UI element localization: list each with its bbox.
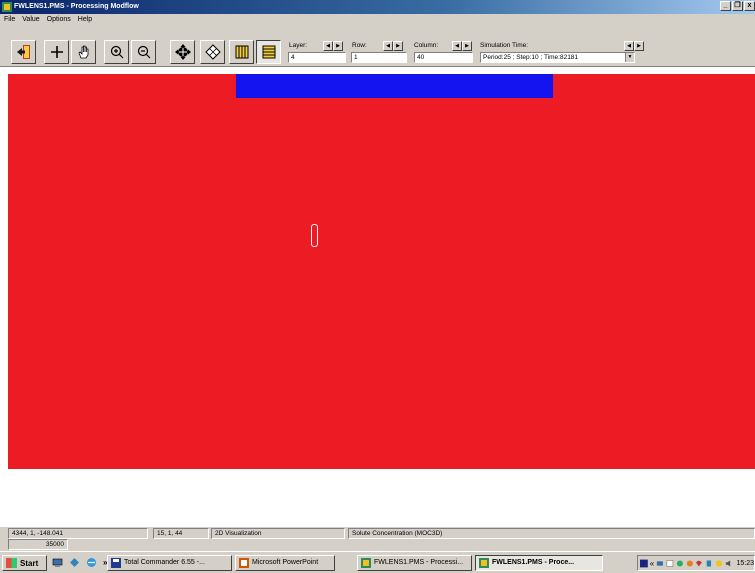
diamond-grid-icon — [204, 44, 221, 60]
mode-readout: 2D Visualization — [211, 528, 345, 539]
pmwin-app-icon — [361, 558, 371, 568]
pmwin-app-icon — [479, 558, 489, 568]
fixed-concentration-cells — [236, 74, 553, 98]
menu-file[interactable]: File — [0, 14, 18, 25]
security-tray-icon[interactable] — [695, 559, 703, 568]
column-grid-button[interactable] — [229, 40, 254, 64]
toolbar: Layer: ◀ ▶ 4 Row: ◀ ▶ 1 Column: ◀ ▶ 40 S… — [0, 25, 755, 67]
start-label: Start — [20, 558, 39, 568]
task-label: FWLENS1.PMS - Proce... — [492, 559, 575, 566]
row-spinner: ◀ ▶ — [383, 41, 403, 51]
crosshair-tool-button[interactable] — [44, 40, 69, 64]
task-label: Microsoft PowerPoint — [252, 559, 319, 566]
pan-tool-button[interactable] — [71, 40, 96, 64]
cell-readout: 15, 1, 44 — [153, 528, 209, 539]
taskbar-pmwin-1[interactable]: FWLENS1.PMS - Processi... — [357, 555, 472, 571]
volume-tray-icon[interactable] — [725, 559, 733, 568]
row-input[interactable]: 1 — [351, 52, 407, 63]
chevron-down-icon[interactable]: ▼ — [625, 53, 634, 62]
row-prev-button[interactable]: ◀ — [383, 41, 393, 51]
minimize-button[interactable]: _ — [720, 1, 731, 11]
network-icon[interactable] — [69, 557, 80, 568]
layer-next-button[interactable]: ▶ — [333, 41, 343, 51]
app-icon — [2, 2, 12, 12]
window-title: FWLENS1.PMS - Processing Modflow — [14, 3, 139, 10]
taskbar-total-commander[interactable]: Total Commander 6.55 -... — [107, 555, 232, 571]
taskbar-powerpoint[interactable]: Microsoft PowerPoint — [235, 555, 335, 571]
desktop-icon[interactable] — [52, 557, 63, 568]
exit-button[interactable] — [11, 40, 36, 64]
column-grid-icon — [235, 45, 248, 59]
zoom-in-button[interactable] — [104, 40, 129, 64]
windows-logo-icon — [6, 558, 17, 568]
layer-label: Layer: — [289, 42, 308, 49]
system-tray: « 15:23 — [637, 555, 755, 571]
title-bar: FWLENS1.PMS - Processing Modflow _ ❒ x — [0, 0, 755, 14]
chat-tray-icon[interactable] — [686, 559, 694, 568]
menu-bar: File Value Options Help — [0, 14, 755, 25]
well-marker — [311, 224, 318, 247]
zoom-out-icon — [137, 45, 150, 59]
help-tray-icon[interactable] — [715, 559, 723, 568]
model-view[interactable] — [0, 67, 755, 517]
simtime-value: Period:25 ; Step:10 ; Time:82181 — [483, 54, 579, 61]
clock: 15:23 — [736, 559, 755, 567]
simtime-label: Simulation Time: — [480, 42, 529, 49]
floppy-disk-icon — [111, 558, 121, 568]
hand-icon — [78, 45, 88, 59]
exit-door-icon — [16, 45, 30, 59]
start-button[interactable]: Start — [2, 555, 47, 571]
network-tray-icon[interactable] — [656, 559, 664, 568]
taskbar-pmwin-2[interactable]: FWLENS1.PMS - Proce... — [475, 555, 603, 571]
layer-input[interactable]: 4 — [288, 52, 346, 63]
simtime-prev-button[interactable]: ◀ — [624, 41, 634, 51]
column-spinner: ◀ ▶ — [452, 41, 472, 51]
column-next-button[interactable]: ▶ — [462, 41, 472, 51]
row-grid-button[interactable] — [256, 40, 281, 64]
simtime-spinner: ◀ ▶ — [624, 41, 644, 51]
move-arrows-icon — [174, 44, 191, 60]
zoom-in-icon — [110, 45, 123, 59]
task-label: Total Commander 6.55 -... — [124, 559, 205, 566]
menu-options[interactable]: Options — [43, 14, 74, 25]
zoom-out-button[interactable] — [131, 40, 156, 64]
menu-help[interactable]: Help — [74, 14, 95, 25]
nortel-icon[interactable] — [640, 559, 648, 568]
row-next-button[interactable]: ▶ — [393, 41, 403, 51]
battery-tray-icon[interactable] — [705, 559, 713, 568]
quick-launch: » — [52, 557, 107, 568]
move-view-button[interactable] — [170, 40, 195, 64]
internet-explorer-icon[interactable] — [86, 557, 97, 568]
result-type-readout: Solute Concentration (MOC3D) — [348, 528, 755, 539]
status-bar: 4344, 1, -148.041 15, 1, 44 2D Visualiza… — [0, 527, 755, 551]
layer-prev-button[interactable]: ◀ — [323, 41, 333, 51]
restore-button[interactable]: ❒ — [732, 1, 743, 11]
concentration-grid[interactable] — [8, 74, 755, 469]
antivirus-tray-icon[interactable] — [676, 559, 684, 568]
document-tray-icon[interactable] — [666, 559, 674, 568]
row-label: Row: — [352, 42, 367, 49]
menu-value[interactable]: Value — [18, 14, 42, 25]
task-label: FWLENS1.PMS - Processi... — [374, 559, 464, 566]
simtime-next-button[interactable]: ▶ — [634, 41, 644, 51]
column-prev-button[interactable]: ◀ — [452, 41, 462, 51]
close-button[interactable]: x — [744, 1, 755, 11]
crosshair-icon — [50, 46, 63, 58]
diamond-view-button[interactable] — [200, 40, 225, 64]
tray-chevron[interactable]: « — [650, 559, 654, 568]
simtime-select[interactable]: Period:25 ; Step:10 ; Time:82181 ▼ — [480, 52, 635, 63]
column-label: Column: — [414, 42, 439, 49]
powerpoint-icon — [239, 558, 249, 568]
value-readout: 35000 — [8, 539, 68, 550]
layer-spinner: ◀ ▶ — [323, 41, 343, 51]
taskbar: Start » Total Commander 6.55 -... Micros… — [0, 551, 755, 573]
column-input[interactable]: 40 — [414, 52, 473, 63]
row-grid-icon — [262, 45, 275, 59]
coordinates-readout: 4344, 1, -148.041 — [8, 528, 148, 539]
